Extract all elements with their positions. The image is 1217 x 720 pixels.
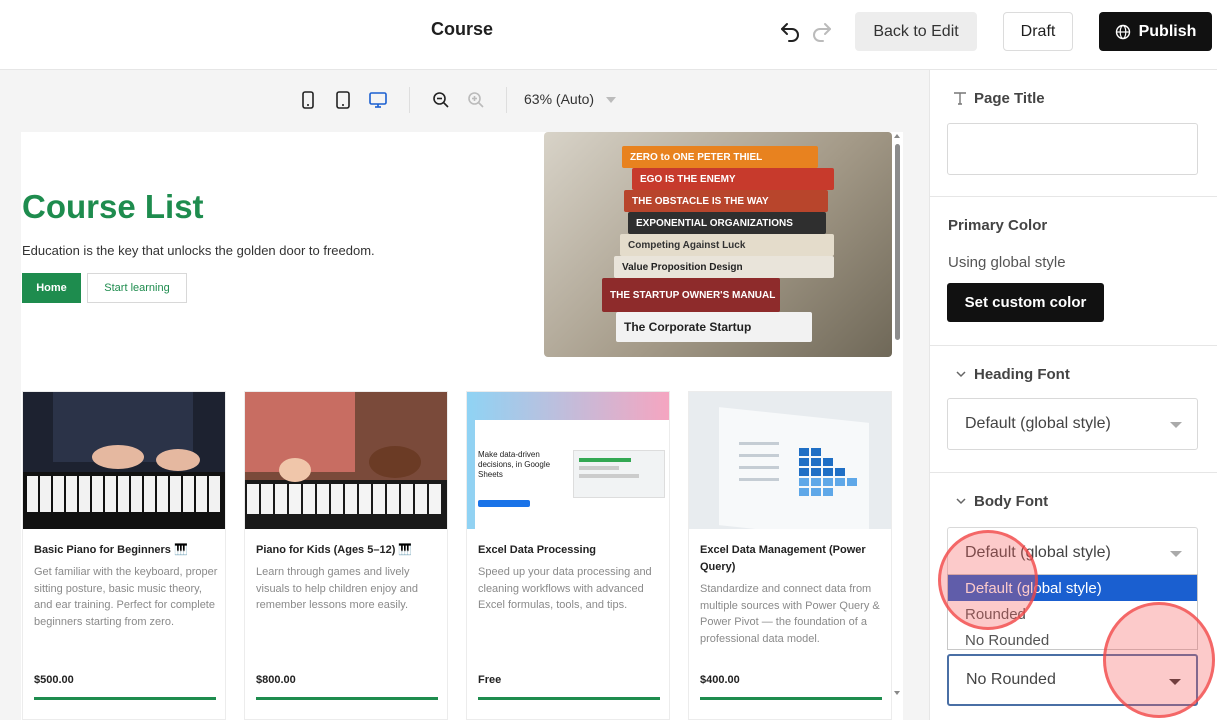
- book-spine: THE STARTUP OWNER'S MANUAL: [602, 278, 780, 312]
- card-price: $400.00: [700, 674, 740, 686]
- chevron-down-icon: [1170, 422, 1182, 428]
- card-accent-bar: [478, 697, 660, 700]
- scrollbar-thumb[interactable]: [895, 144, 900, 340]
- primary-color-section: Primary Color: [930, 197, 1217, 346]
- page-title-input[interactable]: [947, 123, 1198, 175]
- hero-title: Course List: [22, 188, 204, 225]
- chevron-down-icon[interactable]: [955, 368, 967, 380]
- card-price: $800.00: [256, 674, 296, 686]
- page-title-label: Page Title: [974, 90, 1045, 107]
- card-title: Basic Piano for Beginners 🎹: [34, 544, 188, 556]
- dropdown-option-default[interactable]: Default (global style): [948, 575, 1197, 601]
- chevron-down-icon[interactable]: [606, 97, 616, 103]
- heading-font-section: Heading Font Default (global style): [930, 346, 1217, 473]
- book-spine: Value Proposition Design: [614, 256, 834, 278]
- body-font-value: Default (global style): [965, 544, 1111, 561]
- home-button[interactable]: Home: [22, 273, 81, 303]
- card-price: Free: [478, 674, 502, 686]
- scroll-down-arrow-icon[interactable]: [894, 691, 900, 695]
- body-font-label: Body Font: [974, 493, 1049, 510]
- page-preview: Course List Education is the key that un…: [21, 132, 903, 720]
- card-title: Piano for Kids (Ages 5–12) 🎹: [256, 544, 413, 556]
- rounded-select[interactable]: No Rounded: [947, 654, 1198, 706]
- dropdown-option-rounded[interactable]: Rounded: [948, 601, 1197, 627]
- redo-icon[interactable]: [810, 19, 834, 43]
- heading-font-select[interactable]: Default (global style): [947, 398, 1198, 450]
- card-title: Excel Data Management (Power Query): [700, 544, 866, 573]
- page-title-section: Page Title: [930, 70, 1217, 197]
- set-custom-color-button[interactable]: Set custom color: [947, 283, 1104, 322]
- chevron-down-icon: [1170, 551, 1182, 557]
- course-card[interactable]: Make data-driven decisions, in Google Sh…: [466, 391, 670, 720]
- scroll-up-arrow-icon[interactable]: [894, 134, 900, 138]
- dropdown-option-no-rounded[interactable]: No Rounded: [948, 627, 1197, 649]
- globe-icon: [1115, 24, 1130, 39]
- data-screen-image: [689, 392, 891, 529]
- card-description: Learn through games and lively visuals t…: [256, 566, 419, 611]
- card-description: Speed up your data processing and cleani…: [478, 566, 652, 611]
- card-accent-bar: [256, 697, 438, 700]
- back-to-edit-button[interactable]: Back to Edit: [855, 12, 977, 51]
- card-title: Excel Data Processing: [478, 544, 597, 556]
- card-description: Standardize and connect data from multip…: [700, 583, 880, 645]
- hero-subtitle: Education is the key that unlocks the go…: [22, 243, 375, 258]
- chevron-down-icon[interactable]: [955, 495, 967, 507]
- image-caption: Make data-driven decisions, in Google Sh…: [478, 450, 551, 479]
- card-accent-bar: [700, 697, 882, 700]
- rounded-select-value: No Rounded: [966, 671, 1056, 688]
- tablet-device-icon[interactable]: [333, 90, 353, 110]
- book-spine: The Corporate Startup: [616, 312, 812, 342]
- start-learning-button[interactable]: Start learning: [87, 273, 187, 303]
- course-card[interactable]: Excel Data Management (Power Query) Stan…: [688, 391, 892, 720]
- toolbar-divider: [409, 87, 410, 113]
- primary-color-label: Primary Color: [948, 217, 1048, 234]
- undo-icon[interactable]: [778, 19, 802, 43]
- primary-color-status: Using global style: [948, 254, 1066, 271]
- mobile-device-icon[interactable]: [298, 90, 318, 110]
- settings-panel: Page Title Primary Color Using global st…: [929, 70, 1217, 720]
- book-spine: THE OBSTACLE IS THE WAY: [624, 190, 828, 212]
- heading-font-label: Heading Font: [974, 366, 1070, 383]
- page-title: Course: [431, 19, 494, 39]
- heading-font-value: Default (global style): [965, 415, 1111, 432]
- chevron-down-icon: [1169, 679, 1181, 685]
- book-spine: EGO IS THE ENEMY: [632, 168, 834, 190]
- toolbar-divider: [506, 87, 507, 113]
- card-description: Get familiar with the keyboard, proper s…: [34, 566, 218, 628]
- publish-button[interactable]: Publish: [1099, 12, 1212, 51]
- kids-piano-image: [245, 392, 447, 529]
- google-sheets-image: Make data-driven decisions, in Google Sh…: [467, 392, 669, 529]
- books-image: ZERO to ONE PETER THIEL EGO IS THE ENEMY…: [544, 132, 892, 357]
- zoom-in-icon[interactable]: [466, 90, 486, 110]
- device-toolbar: 63% (Auto): [0, 70, 929, 130]
- body-font-select[interactable]: Default (global style): [947, 527, 1198, 579]
- book-spine: EXPONENTIAL ORGANIZATIONS: [628, 212, 826, 234]
- book-spine: Competing Against Luck: [620, 234, 834, 256]
- piano-image: [23, 392, 225, 529]
- book-spine: ZERO to ONE PETER THIEL: [622, 146, 818, 168]
- publish-label: Publish: [1138, 22, 1197, 40]
- zoom-out-icon[interactable]: [431, 90, 451, 110]
- zoom-select[interactable]: 63% (Auto): [524, 91, 594, 107]
- text-icon: [954, 92, 966, 105]
- desktop-device-icon[interactable]: [368, 90, 388, 110]
- draft-button[interactable]: Draft: [1003, 12, 1073, 51]
- top-bar: Course Back to Edit Draft Publish: [0, 0, 1217, 70]
- course-card[interactable]: Basic Piano for Beginners 🎹 Get familiar…: [22, 391, 226, 720]
- body-font-dropdown: Default (global style) Rounded No Rounde…: [947, 574, 1198, 650]
- canvas-area: 63% (Auto) Course List Education is the …: [0, 70, 929, 720]
- course-card[interactable]: Piano for Kids (Ages 5–12) 🎹 Learn throu…: [244, 391, 448, 720]
- card-accent-bar: [34, 697, 216, 700]
- card-price: $500.00: [34, 674, 74, 686]
